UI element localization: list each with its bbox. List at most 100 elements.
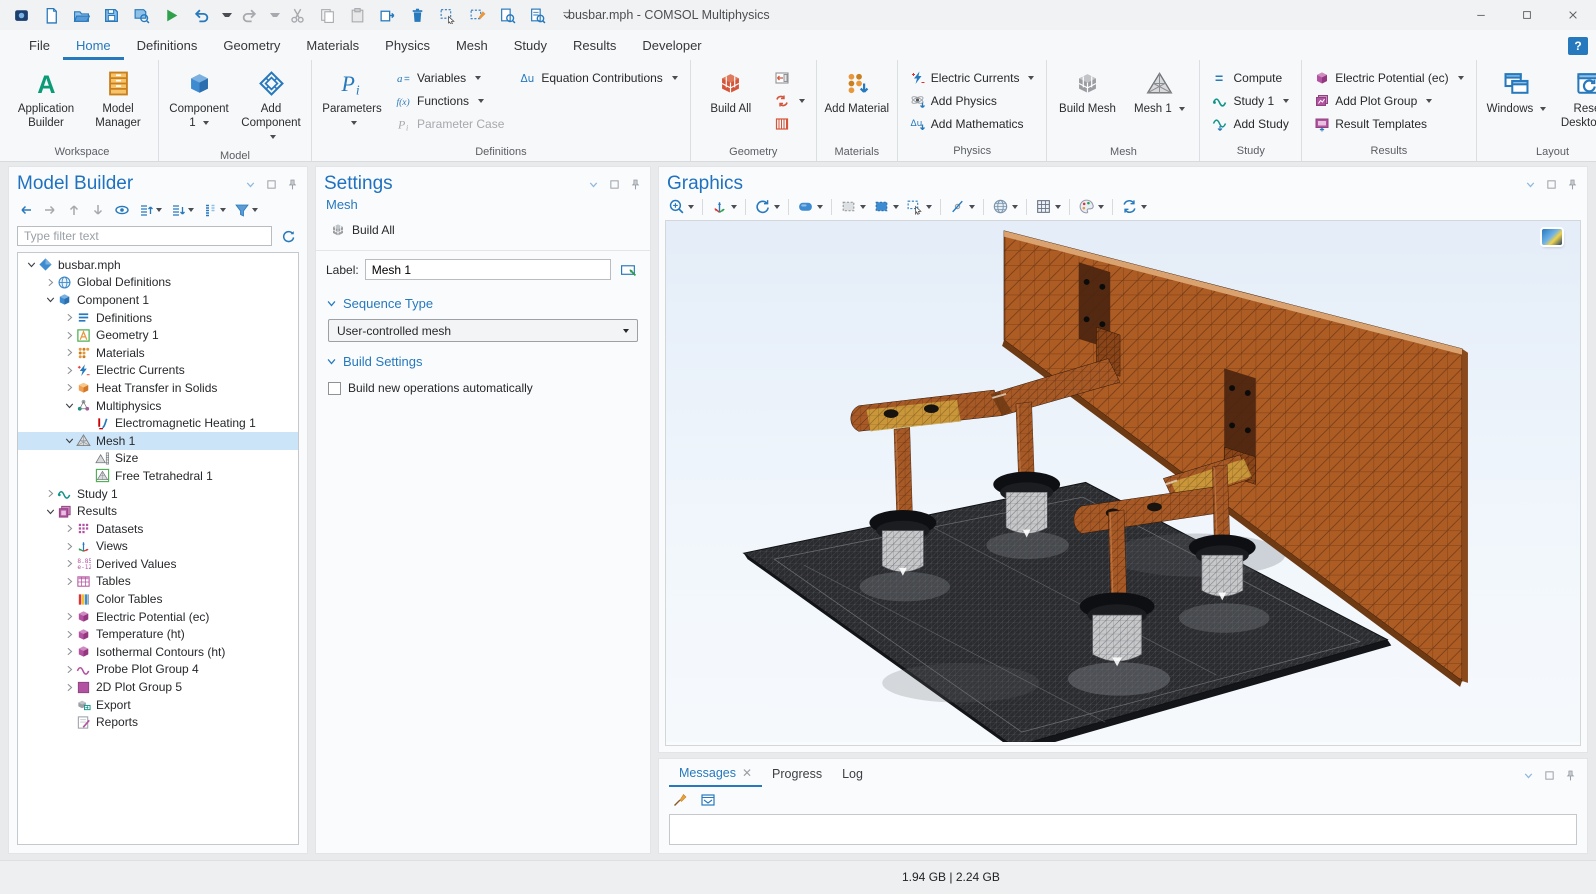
electric-potential-ec--button[interactable]: Electric Potential (ec) (1310, 68, 1467, 88)
select-box-button[interactable] (837, 196, 869, 217)
collapse-chevron[interactable] (62, 434, 76, 447)
panel-pin-button[interactable] (1566, 177, 1579, 191)
redo-button[interactable] (236, 3, 262, 27)
go-to-view-button[interactable] (708, 196, 740, 217)
undo-dropdown-caret[interactable] (222, 13, 232, 17)
menu-tab-geometry[interactable]: Geometry (210, 32, 293, 60)
panel-float-button[interactable] (1545, 177, 1558, 191)
zoom-box-button[interactable] (903, 196, 935, 217)
tree-item-electromagnetic-heating-1[interactable]: Electromagnetic Heating 1 (18, 414, 298, 432)
expand-chevron[interactable] (62, 540, 76, 553)
expand-chevron[interactable] (43, 487, 57, 500)
back-button[interactable] (15, 200, 37, 220)
collapse-button[interactable] (167, 200, 197, 220)
camera-view-button[interactable] (794, 196, 826, 217)
variables-button[interactable]: a=Variables (392, 68, 508, 88)
panel-float-button[interactable] (265, 177, 278, 191)
application-builder-button[interactable]: AApplication Builder (10, 66, 82, 144)
tree-item-heat-transfer-in-solids[interactable]: Heat Transfer in Solids (18, 379, 298, 397)
expand-button[interactable] (135, 200, 165, 220)
tree-item-mesh-1[interactable]: Mesh 1 (18, 432, 298, 450)
menu-tab-materials[interactable]: Materials (293, 32, 372, 60)
move-down-button[interactable] (87, 200, 109, 220)
panel-float-button[interactable] (608, 177, 621, 191)
tree-item-views[interactable]: Views (18, 538, 298, 556)
build-mesh-button[interactable]: Build Mesh (1051, 66, 1123, 144)
component-1-button[interactable]: Component 1 (163, 66, 235, 144)
forward-button[interactable] (39, 200, 61, 220)
menu-tab-developer[interactable]: Developer (629, 32, 714, 60)
minimize-button[interactable] (1458, 0, 1504, 30)
expand-chevron[interactable] (62, 522, 76, 535)
transparency-globe-button[interactable] (989, 196, 1021, 217)
result-templates-button[interactable]: Result Templates (1310, 114, 1467, 134)
paste-button[interactable] (344, 3, 370, 27)
run-button[interactable] (158, 3, 184, 27)
expand-chevron[interactable] (62, 346, 76, 359)
save-button[interactable] (98, 3, 124, 27)
menu-tab-results[interactable]: Results (560, 32, 629, 60)
graphics-canvas[interactable] (665, 220, 1581, 746)
expand-chevron[interactable] (62, 329, 76, 342)
tree-item-temperature-ht-[interactable]: Temperature (ht) (18, 625, 298, 643)
expand-chevron[interactable] (62, 628, 76, 641)
build-new-operations-checkbox[interactable] (328, 382, 341, 395)
tree-item-global-definitions[interactable]: Global Definitions (18, 274, 298, 292)
menu-tab-physics[interactable]: Physics (372, 32, 443, 60)
panel-pin-button[interactable] (1564, 768, 1577, 782)
tree-item-geometry-1[interactable]: Geometry 1 (18, 326, 298, 344)
save-preview-button[interactable] (128, 3, 154, 27)
section-sequence-type[interactable]: Sequence Type (316, 286, 650, 315)
busbar-3d-model[interactable] (666, 221, 1580, 742)
expand-chevron[interactable] (43, 276, 57, 289)
equation-contributions-button[interactable]: ΔuEquation Contributions (516, 68, 681, 88)
copy-button[interactable] (314, 3, 340, 27)
panel-menu-button[interactable] (244, 177, 257, 191)
study-1-button[interactable]: Study 1 (1208, 91, 1293, 111)
delete-button[interactable] (404, 3, 430, 27)
rename-icon[interactable] (617, 259, 640, 280)
tree-item-study-1[interactable]: Study 1 (18, 485, 298, 503)
mesh-1-button[interactable]: Mesh 1 (1123, 66, 1195, 144)
expand-chevron[interactable] (62, 575, 76, 588)
tree-item-datasets[interactable]: Datasets (18, 520, 298, 538)
tree-item-probe-plot-group-4[interactable]: Probe Plot Group 4 (18, 661, 298, 679)
tree-item-free-tetrahedral-1[interactable]: Free Tetrahedral 1 (18, 467, 298, 485)
menu-tab-home[interactable]: Home (63, 32, 124, 60)
insert-sequence-button[interactable] (771, 68, 808, 88)
clear-selection-button[interactable] (464, 3, 490, 27)
plot-thumbnail-icon[interactable] (1542, 229, 1562, 245)
refresh-icon[interactable] (278, 227, 299, 246)
menu-tab-definitions[interactable]: Definitions (124, 32, 211, 60)
tree-item-isothermal-contours-ht-[interactable]: Isothermal Contours (ht) (18, 643, 298, 661)
panel-menu-button[interactable] (1524, 177, 1537, 191)
panel-pin-button[interactable] (629, 177, 642, 191)
collapse-chevron[interactable] (62, 399, 76, 412)
close-button[interactable] (1550, 0, 1596, 30)
open-message-window-button[interactable] (697, 790, 719, 810)
tree-item-multiphysics[interactable]: Multiphysics (18, 397, 298, 415)
show-button[interactable] (111, 200, 133, 220)
build-all-button[interactable]: Build All (326, 220, 399, 240)
add-mathematics-button[interactable]: ΔuAdd Mathematics (906, 114, 1039, 134)
update-scene-button[interactable] (1118, 196, 1150, 217)
tab-progress[interactable]: Progress (762, 764, 832, 786)
clear-messages-button[interactable] (669, 790, 691, 810)
panel-menu-button[interactable] (587, 177, 600, 191)
move-up-button[interactable] (63, 200, 85, 220)
build-all-button[interactable]: Build All (695, 66, 767, 144)
menu-tab-file[interactable]: File (16, 32, 63, 60)
rotate-button[interactable] (751, 196, 783, 217)
expand-chevron[interactable] (62, 681, 76, 694)
add-study-button[interactable]: Add Study (1208, 114, 1293, 134)
zoom-selection-button[interactable] (434, 3, 460, 27)
windows-button[interactable]: Windows (1481, 66, 1553, 144)
filter-tree-button[interactable] (231, 200, 261, 220)
label-input[interactable] (365, 259, 611, 280)
tree-item-electric-potential-ec-[interactable]: Electric Potential (ec) (18, 608, 298, 626)
add-plot-group-button[interactable]: Add Plot Group (1310, 91, 1467, 111)
add-material-button[interactable]: Add Material (821, 66, 893, 144)
panel-float-button[interactable] (1543, 768, 1556, 782)
collapse-chevron[interactable] (24, 258, 38, 271)
model-manager-button[interactable]: Model Manager (82, 66, 154, 144)
